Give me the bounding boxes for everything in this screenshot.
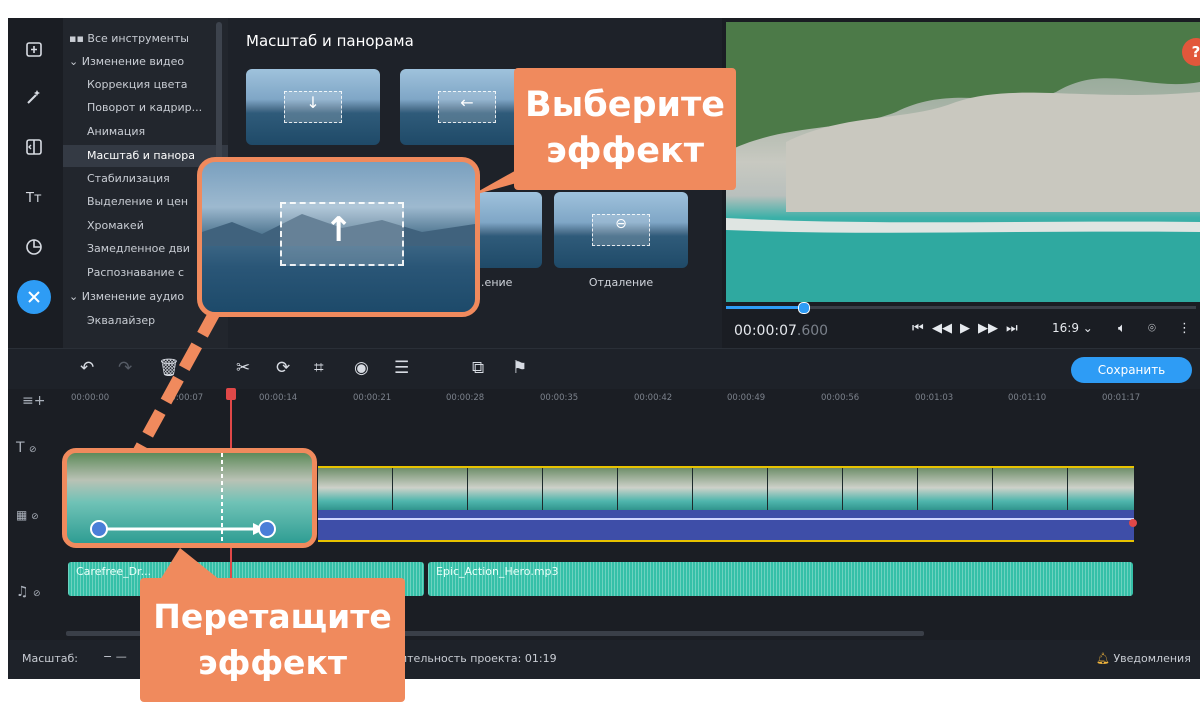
callout-line: Перетащите <box>153 597 392 636</box>
drag-effect-callout: Перетащите эффект <box>140 578 405 702</box>
arrow-up-icon: ↑ <box>324 210 353 250</box>
dragged-clip-image <box>90 453 276 543</box>
zoomed-effect-thumb: ↑ <box>197 157 480 317</box>
callout-line: Выберите <box>524 85 726 125</box>
callout-line: эффект <box>198 643 347 682</box>
choose-effect-callout: Выберите эффект <box>514 68 736 190</box>
dragged-clip-highlight <box>62 448 317 548</box>
callout-line: эффект <box>546 131 704 171</box>
